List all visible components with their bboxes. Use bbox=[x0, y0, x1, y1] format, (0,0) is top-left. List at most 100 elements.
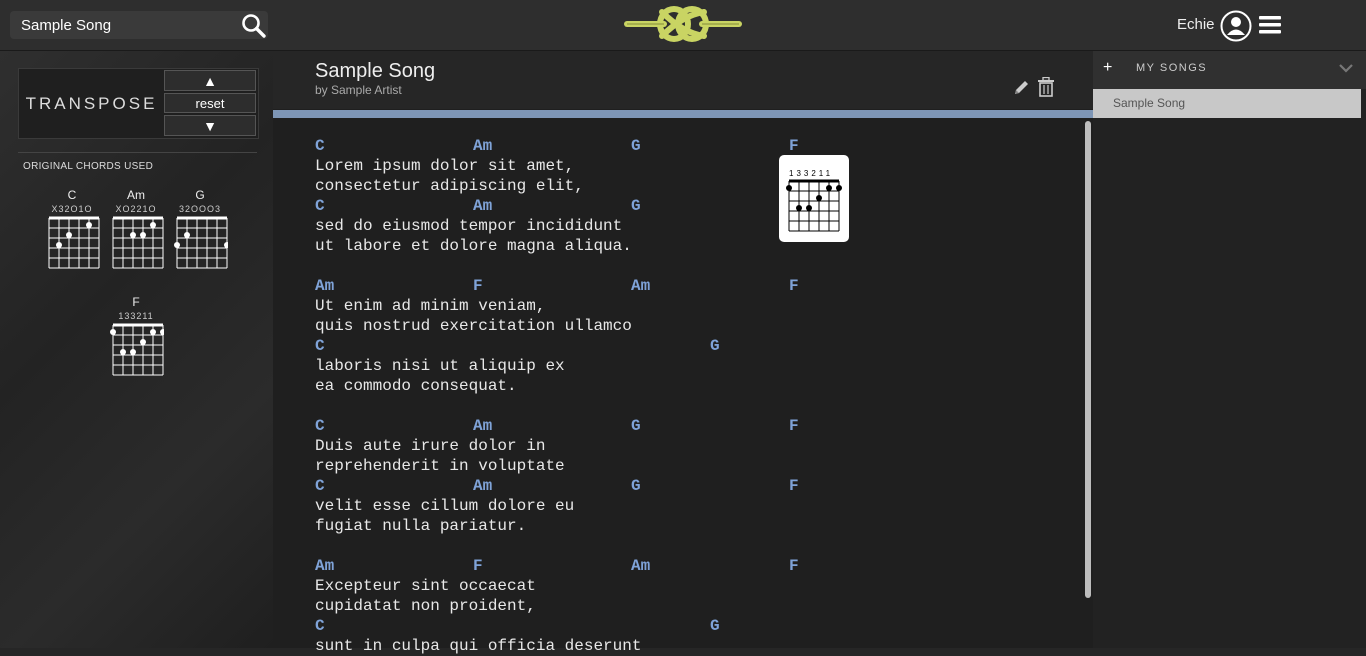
chord-symbol[interactable]: Am bbox=[473, 136, 492, 156]
chord-symbol[interactable]: G bbox=[631, 416, 641, 436]
chord-symbol[interactable]: Am bbox=[473, 196, 492, 216]
chord-symbol[interactable]: G bbox=[631, 196, 641, 216]
chord-symbol[interactable]: Am bbox=[315, 556, 334, 576]
search-box bbox=[10, 11, 268, 39]
chord-symbol[interactable]: G bbox=[710, 616, 720, 636]
lyric-text: consectetur adipiscing elit, bbox=[315, 177, 584, 195]
edit-pencil-icon[interactable] bbox=[1013, 78, 1031, 96]
lyric-text: Ut enim ad minim veniam, bbox=[315, 297, 546, 315]
my-songs-header[interactable]: + MY SONGS bbox=[1093, 51, 1366, 89]
search-input[interactable] bbox=[10, 11, 252, 39]
lyric-line: Ut enim ad minim veniam, bbox=[315, 296, 641, 316]
chord-line: C Am G bbox=[315, 196, 641, 216]
lyric-text: ut labore et dolore magna aliqua. bbox=[315, 237, 632, 255]
chord-symbol[interactable]: G bbox=[710, 336, 720, 356]
chord-diagram-c[interactable]: C X32O1O bbox=[44, 188, 100, 279]
chord-symbol[interactable]: C bbox=[315, 136, 325, 156]
chord-symbol[interactable]: G bbox=[631, 476, 641, 496]
lyric-line: Lorem ipsum dolor sit amet, bbox=[315, 156, 641, 176]
chord-diagram-am[interactable]: Am XO221O bbox=[108, 188, 164, 279]
lyric-line: quis nostrud exercitation ullamco bbox=[315, 316, 641, 336]
chord-symbol[interactable]: C bbox=[315, 476, 325, 496]
song-lyrics: C Am G F Lorem ipsum dolor sit amet, consecte… bbox=[315, 136, 799, 656]
lyric-line: fugiat nulla pariatur. bbox=[315, 516, 641, 536]
top-bar: Echie bbox=[0, 0, 1366, 51]
lyric-line: ut labore et dolore magna aliqua. bbox=[315, 236, 641, 256]
lyric-line: sunt in culpa qui officia deserunt bbox=[315, 636, 641, 656]
transpose-control: TRANSPOSE ▲ reset ▼ bbox=[18, 68, 259, 139]
chord-hover-popup: 133211 bbox=[779, 155, 849, 242]
chord-name: F bbox=[132, 295, 140, 309]
song-list-item[interactable]: Sample Song bbox=[1093, 89, 1361, 118]
lyric-text: reprehenderit in voluptate bbox=[315, 457, 565, 475]
chord-grid-g bbox=[174, 216, 230, 269]
chord-symbol[interactable]: C bbox=[315, 616, 325, 636]
lyric-text: cupidatat non proident, bbox=[315, 597, 536, 615]
chord-symbol[interactable]: C bbox=[315, 416, 325, 436]
chord-diagram-g[interactable]: G 32OOO3 bbox=[172, 188, 230, 279]
stanza-gap bbox=[315, 536, 641, 556]
chord-symbol[interactable]: F bbox=[789, 416, 799, 436]
search-icon[interactable] bbox=[241, 13, 267, 39]
lyric-text: Duis aute irure dolor in bbox=[315, 437, 546, 455]
song-title: Sample Song bbox=[315, 60, 436, 82]
stanza-gap bbox=[315, 396, 641, 416]
song-header: Sample Song by Sample Artist bbox=[273, 51, 1093, 109]
chord-symbol[interactable]: F bbox=[789, 476, 799, 496]
chord-symbol[interactable]: C bbox=[315, 196, 325, 216]
divider bbox=[18, 152, 257, 153]
my-songs-title: MY SONGS bbox=[1136, 62, 1208, 74]
lyric-text: velit esse cillum dolore eu bbox=[315, 497, 575, 515]
delete-trash-icon[interactable] bbox=[1037, 77, 1055, 97]
hamburger-menu-icon[interactable] bbox=[1259, 14, 1281, 36]
lyric-line: cupidatat non proident, bbox=[315, 596, 641, 616]
chord-symbol[interactable]: Am bbox=[473, 416, 492, 436]
username[interactable]: Echie bbox=[1177, 16, 1215, 33]
lyric-text: ea commodo consequat. bbox=[315, 377, 517, 395]
chord-line: C Am G F bbox=[315, 136, 799, 156]
chord-symbol[interactable]: F bbox=[789, 136, 799, 156]
chord-symbol[interactable]: F bbox=[789, 556, 799, 576]
lyric-line: Excepteur sint occaecat bbox=[315, 576, 641, 596]
lyric-text: quis nostrud exercitation ullamco bbox=[315, 317, 632, 335]
chord-symbol[interactable]: Am bbox=[631, 276, 650, 296]
chevron-down-icon[interactable] bbox=[1339, 63, 1353, 73]
transpose-reset-button[interactable]: reset bbox=[164, 93, 256, 113]
chord-symbol[interactable]: C bbox=[315, 336, 325, 356]
stanza-gap bbox=[315, 256, 641, 276]
transpose-down-button[interactable]: ▼ bbox=[164, 115, 256, 136]
chord-fingering: XO221O bbox=[115, 204, 157, 214]
chord-name: C bbox=[67, 188, 77, 202]
scrollbar[interactable] bbox=[1085, 121, 1091, 598]
lyric-line: velit esse cillum dolore eu bbox=[315, 496, 641, 516]
chord-symbol[interactable]: Am bbox=[473, 476, 492, 496]
original-chords-label: ORIGINAL CHORDS USED bbox=[23, 161, 154, 172]
chord-symbol[interactable]: F bbox=[473, 276, 483, 296]
lyric-text: Lorem ipsum dolor sit amet, bbox=[315, 157, 575, 175]
lyric-text: fugiat nulla pariatur. bbox=[315, 517, 527, 535]
chord-symbol[interactable]: Am bbox=[315, 276, 334, 296]
chord-symbol[interactable]: F bbox=[789, 276, 799, 296]
user-avatar-icon[interactable] bbox=[1220, 10, 1252, 42]
chord-line: CG bbox=[315, 336, 720, 356]
chord-line: C Am G F bbox=[315, 416, 799, 436]
song-view: Sample Song by Sample Artist C Am G F Lorem … bbox=[273, 51, 1093, 655]
chord-fingering: 32OOO3 bbox=[178, 204, 222, 214]
transpose-up-button[interactable]: ▲ bbox=[164, 70, 256, 91]
chord-symbol[interactable]: Am bbox=[631, 556, 650, 576]
lyric-line: ea commodo consequat. bbox=[315, 376, 641, 396]
chord-line: CG bbox=[315, 616, 720, 636]
chord-grid-f bbox=[110, 323, 166, 376]
lyric-text: sunt in culpa qui officia deserunt bbox=[315, 637, 642, 655]
chord-symbol[interactable]: G bbox=[631, 136, 641, 156]
chord-symbol[interactable]: F bbox=[473, 556, 483, 576]
lyric-line: Duis aute irure dolor in bbox=[315, 436, 641, 456]
chord-grid-am bbox=[112, 216, 164, 269]
lyric-line: consectetur adipiscing elit, bbox=[315, 176, 641, 196]
chord-name: Am bbox=[127, 188, 145, 202]
lyric-text: Excepteur sint occaecat bbox=[315, 577, 536, 595]
chord-diagram-f[interactable]: F 133211 bbox=[108, 295, 166, 386]
chord-name: G bbox=[195, 188, 205, 202]
knot-logo[interactable] bbox=[624, 3, 742, 45]
add-song-icon[interactable]: + bbox=[1103, 59, 1112, 77]
